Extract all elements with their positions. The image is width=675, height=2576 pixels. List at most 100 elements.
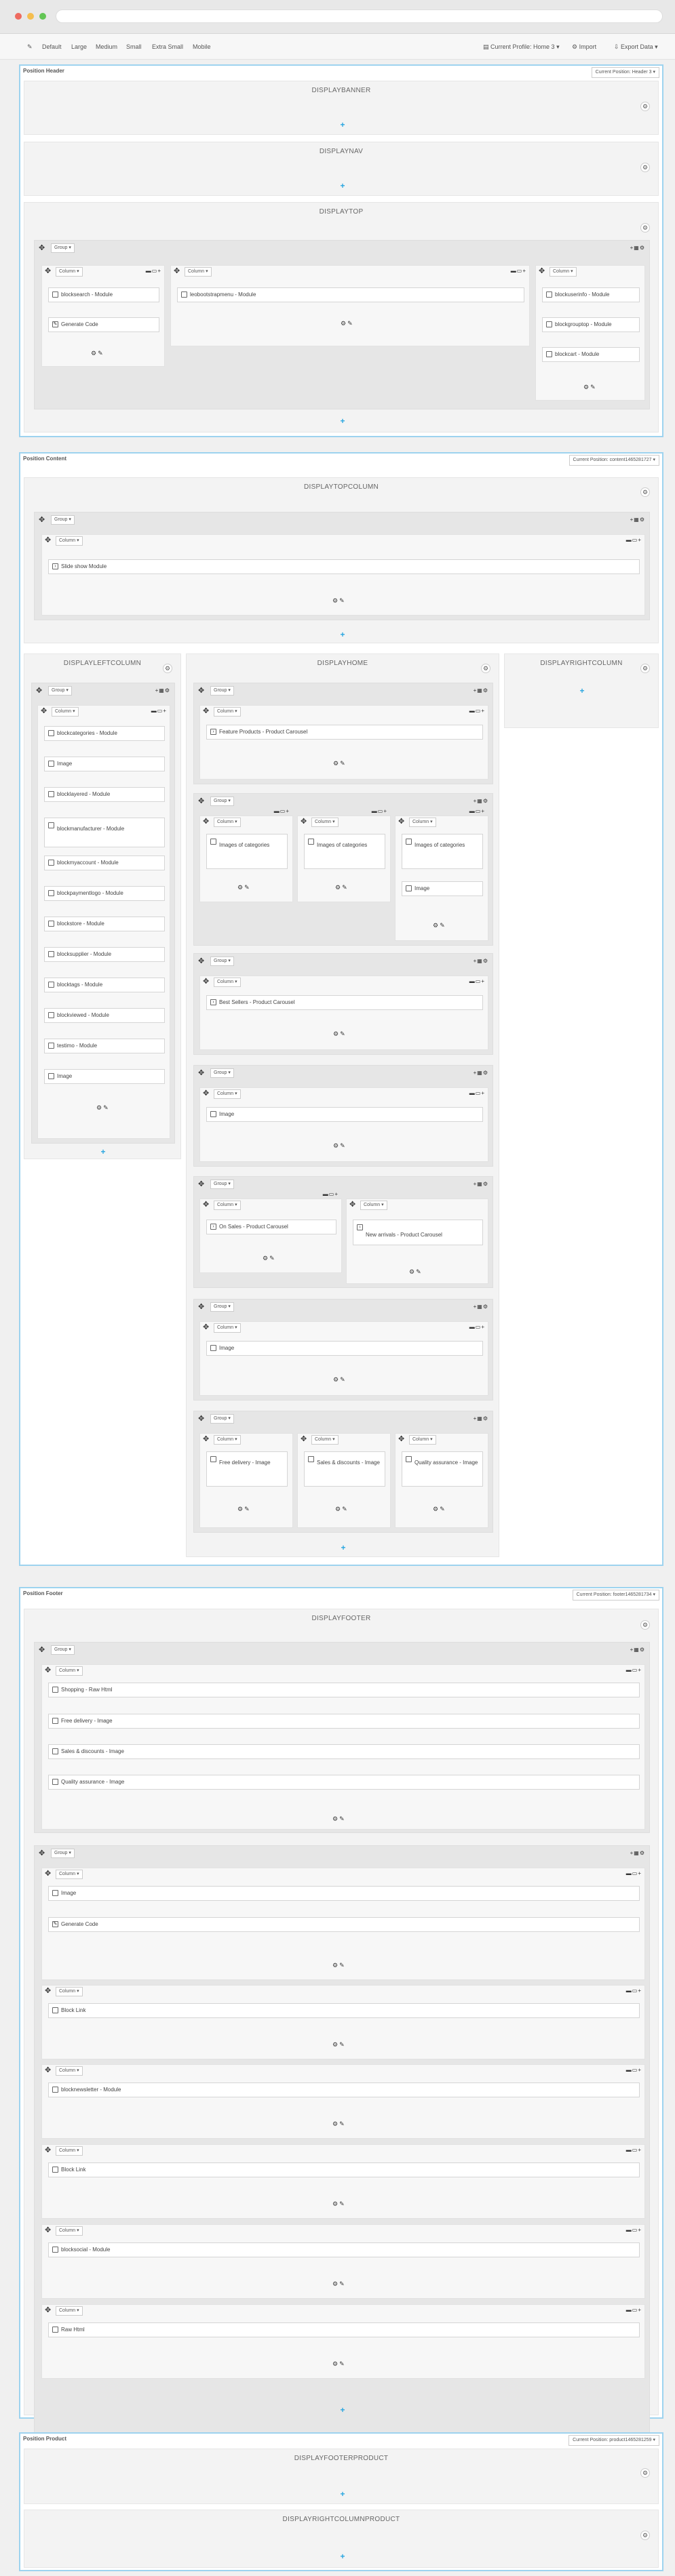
add-module-icon[interactable]: ⚙✎ [332,2200,346,2208]
module-item[interactable]: ✎ Generate Code [48,1917,640,1932]
move-icon[interactable]: ✥ [203,818,209,826]
module-item[interactable]: leobootstrapmenu - Module [177,287,524,302]
move-icon[interactable]: ✥ [174,268,180,275]
gear-icon[interactable]: ⚙ [640,2531,650,2540]
column-dropdown[interactable]: Column ▾ [214,1435,241,1445]
column-controls[interactable]: ▬▭+ [146,268,161,275]
minimize-window-icon[interactable] [27,13,34,20]
add-module-icon[interactable]: ⚙✎ [332,597,346,605]
column-controls[interactable]: ▬▭+ [274,808,290,815]
add-group-button[interactable]: + [339,630,347,639]
move-icon[interactable]: ✥ [45,2227,51,2234]
module-item[interactable]: Block Link [48,2003,640,2018]
column-controls[interactable]: ▬▭+ [151,708,167,715]
add-group-button[interactable]: + [339,1544,347,1552]
move-icon[interactable]: ✥ [45,2067,51,2074]
group-controls[interactable]: +▦⚙ [155,687,170,694]
move-icon[interactable]: ✥ [45,2147,51,2154]
module-item[interactable]: Quality assurance - Image [48,1775,640,1790]
column-controls[interactable]: ▬▭+ [626,2067,642,2074]
device-mobile[interactable]: Mobile [193,43,211,50]
group-dropdown[interactable]: Group ▾ [210,797,234,806]
address-bar[interactable] [56,9,663,23]
column-controls[interactable]: ▬▭+ [511,268,526,275]
module-item[interactable]: Image [44,1069,165,1084]
group-dropdown[interactable]: Group ▾ [51,1849,75,1858]
maximize-window-icon[interactable] [39,13,46,20]
module-item[interactable]: › Feature Products - Product Carousel [206,725,483,740]
column-dropdown[interactable]: Column ▾ [214,707,241,717]
gear-icon[interactable]: ⚙ [640,487,650,497]
column-dropdown[interactable]: Column ▾ [56,2306,83,2316]
column-controls[interactable]: ▬▭+ [626,2147,642,2154]
add-module-icon[interactable]: ⚙✎ [96,1104,110,1112]
position-content-select[interactable]: Current Position: content1465281727 ▾ [568,455,659,466]
move-icon[interactable]: ✥ [349,1201,355,1209]
module-item[interactable]: blocksupplier - Module [44,947,165,962]
module-item[interactable]: Images of categories [304,834,385,869]
group-controls[interactable]: +▦⚙ [474,798,488,805]
add-module-icon[interactable]: ⚙✎ [332,2120,346,2128]
gear-icon[interactable]: ⚙ [640,223,650,233]
position-footer-select[interactable]: Current Position: footer1465281734 ▾ [572,1590,659,1601]
add-group-button[interactable]: + [339,182,347,190]
module-item[interactable]: blockuserinfo - Module [542,287,640,302]
module-item[interactable]: blocktags - Module [44,978,165,992]
module-item[interactable]: blockgrouptop - Module [542,317,640,332]
move-icon[interactable]: ✥ [198,1181,204,1188]
column-dropdown[interactable]: Column ▾ [311,1435,339,1445]
column-dropdown[interactable]: Column ▾ [214,1089,241,1099]
group-controls[interactable]: +▦⚙ [474,687,488,694]
column-dropdown[interactable]: Column ▾ [311,818,339,827]
module-item[interactable]: Sales & discounts - Image [304,1451,385,1487]
add-group-button[interactable]: + [99,1148,107,1156]
move-icon[interactable]: ✥ [41,708,47,715]
column-controls[interactable]: ▬▭+ [626,1870,642,1877]
module-item[interactable]: › Best Sellers - Product Carousel [206,995,483,1010]
column-dropdown[interactable]: Column ▾ [185,267,212,277]
move-icon[interactable]: ✥ [198,1304,204,1311]
device-medium[interactable]: Medium [96,43,117,50]
add-module-icon[interactable]: ⚙✎ [332,2041,346,2049]
group-controls[interactable]: +▦⚙ [630,517,645,523]
column-dropdown[interactable]: Column ▾ [214,978,241,987]
add-module-icon[interactable]: ⚙✎ [333,1142,347,1150]
export-dropdown[interactable]: ⇩ Export Data ▾ [614,43,658,51]
move-icon[interactable]: ✥ [198,687,204,695]
module-item[interactable]: ✎ Generate Code [48,317,159,332]
add-module-icon[interactable]: ⚙✎ [333,1030,347,1038]
add-group-button[interactable]: + [339,2490,347,2498]
column-dropdown[interactable]: Column ▾ [56,536,83,546]
column-controls[interactable]: ▬▭+ [372,808,387,815]
group-controls[interactable]: +▦⚙ [474,1415,488,1422]
column-dropdown[interactable]: Column ▾ [56,1987,83,1996]
add-module-icon[interactable]: ⚙✎ [333,760,347,767]
column-controls[interactable]: ▬▭+ [469,708,485,715]
column-dropdown[interactable]: Column ▾ [214,818,241,827]
column-controls[interactable]: ▬▭+ [469,978,485,985]
module-item[interactable]: › On Sales - Product Carousel [206,1220,336,1234]
move-icon[interactable]: ✥ [45,2307,51,2314]
add-group-button[interactable]: + [339,121,347,129]
move-icon[interactable]: ✥ [45,268,51,275]
module-item[interactable]: Free delivery - Image [48,1714,640,1729]
group-dropdown[interactable]: Group ▾ [51,1645,75,1655]
module-item[interactable]: blockcategories - Module [44,726,165,741]
module-item[interactable]: blockmyaccount - Module [44,856,165,870]
group-dropdown[interactable]: Group ▾ [51,243,75,253]
add-module-icon[interactable]: ⚙✎ [335,1506,349,1513]
move-icon[interactable]: ✥ [39,1850,45,1857]
module-item[interactable]: Images of categories [402,834,483,869]
move-icon[interactable]: ✥ [39,1647,45,1654]
add-module-icon[interactable]: ⚙✎ [237,1506,251,1513]
module-item[interactable]: Shopping - Raw Html [48,1683,640,1697]
gear-icon[interactable]: ⚙ [640,102,650,111]
column-controls[interactable]: ▬▭+ [626,1667,642,1674]
pencil-icon[interactable]: ✎ [27,43,33,51]
add-module-icon[interactable]: ⚙✎ [433,1506,446,1513]
module-item[interactable]: Image [48,1886,640,1901]
group-dropdown[interactable]: Group ▾ [51,515,75,525]
column-controls[interactable]: ▬▭+ [626,2307,642,2314]
move-icon[interactable]: ✥ [36,687,42,695]
move-icon[interactable]: ✥ [39,517,45,524]
